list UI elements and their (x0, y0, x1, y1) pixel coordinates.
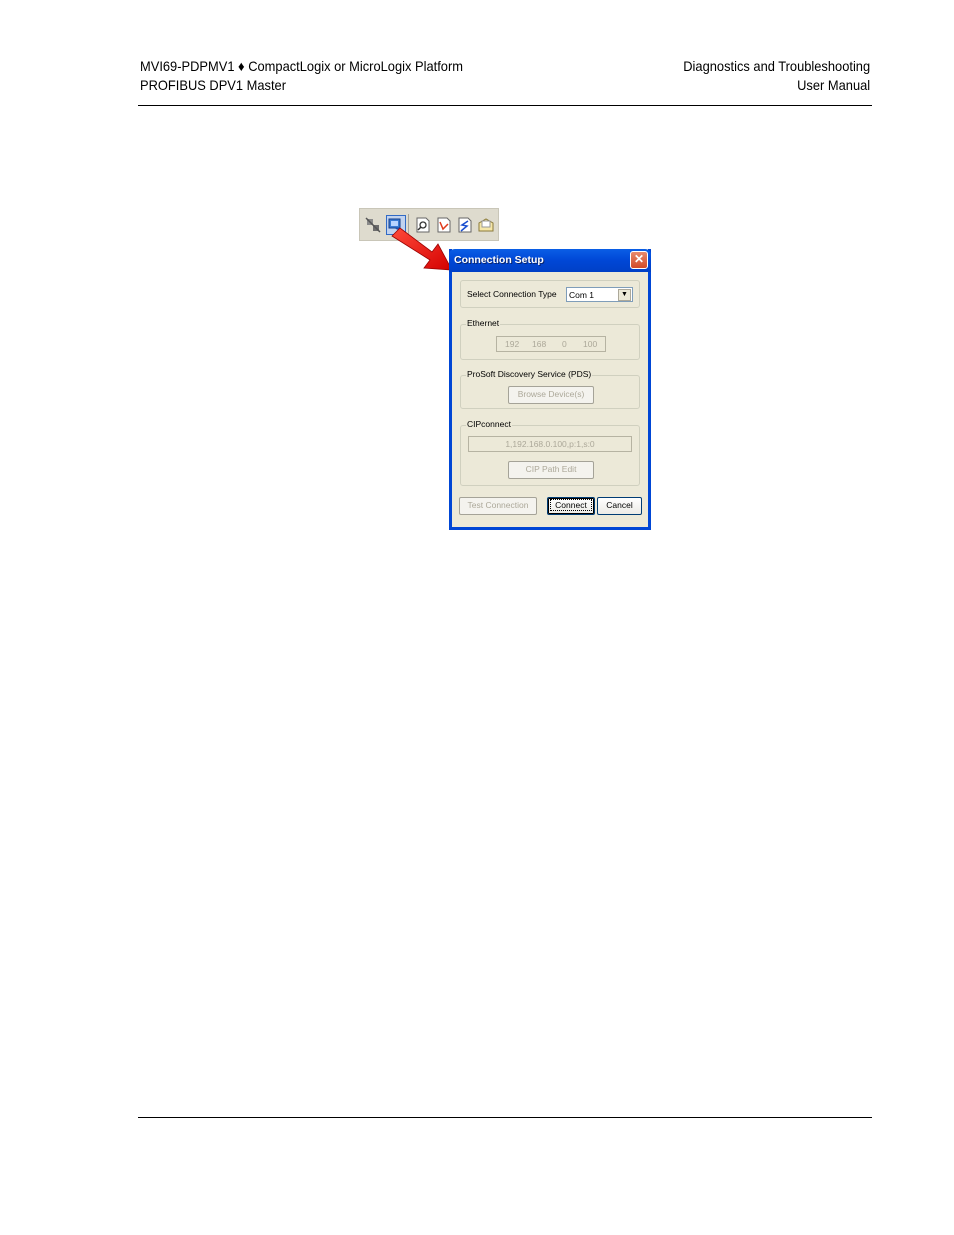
dialog-title-bar[interactable]: Connection Setup ✕ (449, 249, 651, 272)
cancel-button[interactable]: Cancel (597, 497, 642, 515)
open-icon[interactable] (476, 215, 496, 235)
footer-rule (138, 1117, 872, 1118)
connection-setup-dialog: Connection Setup ✕ Select Connection Typ… (449, 249, 651, 530)
ip-octet-3: 0 (562, 339, 567, 349)
cipconnect-group: CIPconnect 1,192.168.0.100,p:1,s:0 CIP P… (460, 419, 640, 486)
header-left: MVI69-PDPMV1 ♦ CompactLogix or MicroLogi… (140, 57, 463, 95)
connection-type-select[interactable]: Com 1 ▼ (566, 287, 633, 302)
close-icon: ✕ (633, 252, 645, 266)
dialog-body: Select Connection Type Com 1 ▼ Ethernet … (452, 272, 648, 527)
dialog-title: Connection Setup (454, 254, 544, 266)
header-right: Diagnostics and Troubleshooting User Man… (683, 57, 870, 95)
cip-path-field[interactable]: 1,192.168.0.100,p:1,s:0 (468, 436, 632, 452)
select-connection-type-label: Select Connection Type (467, 289, 557, 299)
ip-octet-4: 100 (583, 339, 598, 349)
ip-address-field[interactable]: 192 168 0 100 (496, 336, 606, 352)
pds-legend: ProSoft Discovery Service (PDS) (466, 369, 593, 379)
header-product-subtitle: PROFIBUS DPV1 Master (140, 77, 287, 93)
ip-octet-1: 192 (505, 339, 520, 349)
disconnect-icon[interactable] (363, 215, 383, 235)
cip-path-value: 1,192.168.0.100,p:1,s:0 (505, 439, 595, 449)
close-button[interactable]: ✕ (630, 251, 648, 269)
connection-type-group: Select Connection Type Com 1 ▼ (460, 280, 640, 308)
test-connection-button[interactable]: Test Connection (459, 497, 537, 515)
pds-group: ProSoft Discovery Service (PDS) Browse D… (460, 369, 640, 409)
header-product-title: MVI69-PDPMV1 ♦ CompactLogix or MicroLogi… (140, 58, 463, 74)
header-rule (138, 105, 872, 106)
browse-devices-button[interactable]: Browse Device(s) (508, 386, 594, 404)
header-section-title: Diagnostics and Troubleshooting (683, 58, 870, 74)
ethernet-group: Ethernet 192 168 0 100 (460, 318, 640, 360)
connect-button[interactable]: Connect (547, 497, 595, 515)
cipconnect-legend: CIPconnect (466, 419, 512, 429)
ethernet-legend: Ethernet (466, 318, 501, 328)
header-doc-type: User Manual (796, 77, 870, 93)
chevron-down-icon[interactable]: ▼ (618, 289, 631, 301)
connection-type-value: Com 1 (569, 290, 595, 300)
cip-path-edit-button[interactable]: CIP Path Edit (508, 461, 594, 479)
ip-octet-2: 168 (532, 339, 547, 349)
